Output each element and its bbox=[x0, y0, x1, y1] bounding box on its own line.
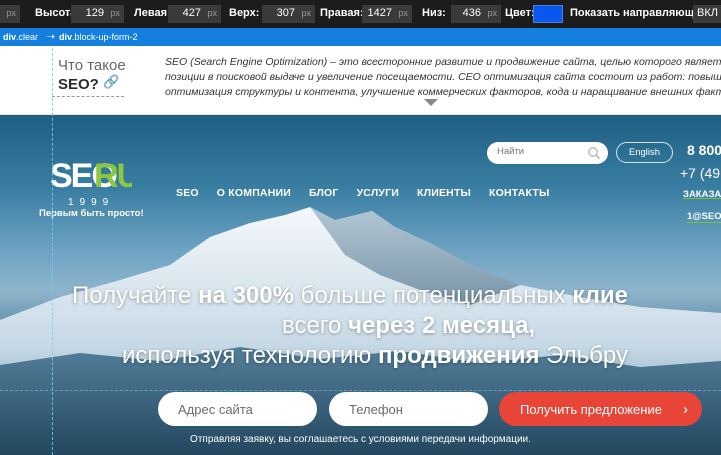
get-offer-button[interactable]: Получить предложение › bbox=[499, 392, 702, 426]
main-nav: SEO О КОМПАНИИ БЛОГ УСЛУГИ КЛИЕНТЫ КОНТА… bbox=[176, 187, 550, 199]
seo-question[interactable]: SEO? bbox=[58, 76, 99, 93]
nav-item-services[interactable]: УСЛУГИ bbox=[357, 187, 399, 199]
top-field[interactable]: 307 px bbox=[262, 5, 315, 23]
left-field[interactable]: 427 px bbox=[168, 5, 221, 23]
first-value-field[interactable]: px bbox=[0, 5, 20, 23]
bottom-label: Низ: bbox=[422, 7, 446, 19]
element-breadcrumb: div.clear ➝ div.block-up-form-2 bbox=[0, 28, 721, 46]
logo-year: 1999 bbox=[68, 197, 115, 208]
right-field[interactable]: 1427 px bbox=[362, 5, 412, 23]
link-icon[interactable]: 🔗 bbox=[103, 74, 119, 90]
slogan: Первым быть просто! bbox=[39, 208, 144, 219]
order-call-link[interactable]: ЗАКАЗА bbox=[683, 189, 721, 200]
guides-toggle[interactable]: ВКЛ bbox=[693, 5, 721, 23]
cta-label: Получить предложение bbox=[520, 401, 662, 417]
phone-secondary[interactable]: +7 (49 bbox=[680, 165, 720, 181]
search-icon[interactable] bbox=[587, 146, 601, 160]
bottom-field[interactable]: 436 px bbox=[451, 5, 501, 23]
hero-section: SEO RU 1999 Первым быть просто! SEO О КО… bbox=[0, 115, 721, 455]
seoru-logo[interactable]: SEO RU bbox=[50, 154, 132, 194]
email-link[interactable]: 1@SEO.R bbox=[687, 211, 721, 223]
description-line: позиции в поисковой выдаче и увеличение … bbox=[165, 71, 721, 83]
phone-primary[interactable]: 8 800 bbox=[687, 142, 721, 158]
headline-line-3: используя технологию продвижения Эльбру bbox=[122, 342, 628, 369]
logo-ru-text: RU bbox=[94, 157, 132, 194]
phone-input[interactable] bbox=[329, 392, 488, 426]
nav-item-blog[interactable]: БЛОГ bbox=[309, 187, 339, 199]
breadcrumb-item-form[interactable]: div.block-up-form-2 bbox=[59, 32, 138, 42]
breadcrumb-item-clear[interactable]: div.clear bbox=[3, 32, 38, 42]
divider bbox=[52, 96, 124, 97]
what-is-label: Что такое bbox=[58, 57, 126, 74]
description-line: оптимизация структуры и контента, улучше… bbox=[165, 86, 721, 98]
chevron-right-icon: › bbox=[683, 401, 688, 418]
right-label: Правая: bbox=[320, 7, 364, 19]
search-box bbox=[487, 142, 608, 164]
color-swatch[interactable] bbox=[533, 5, 563, 23]
site-address-input[interactable] bbox=[158, 392, 317, 426]
nav-item-clients[interactable]: КЛИЕНТЫ bbox=[417, 187, 471, 199]
seo-info-strip: Что такое SEO? 🔗 SEO (Search Engine Opti… bbox=[0, 46, 721, 115]
nav-item-seo[interactable]: SEO bbox=[176, 187, 199, 199]
color-label: Цвет: bbox=[505, 7, 535, 19]
search-input[interactable] bbox=[497, 146, 587, 157]
guide-line bbox=[52, 48, 53, 455]
guide-toolbar: px Высота: 129 px Левая: 427 px Верх: 307 p… bbox=[0, 0, 721, 28]
nav-item-about[interactable]: О КОМПАНИИ bbox=[217, 187, 291, 199]
chevron-down-icon[interactable] bbox=[424, 99, 438, 106]
height-field[interactable]: 129 px bbox=[71, 5, 124, 23]
seo-description: SEO (Search Engine Optimization) – это в… bbox=[165, 55, 721, 100]
guides-label: Показать направляющие: bbox=[570, 7, 711, 19]
headline-line-2: всего через 2 месяца, bbox=[282, 312, 536, 339]
arrow-right-icon: ➝ bbox=[46, 31, 56, 43]
guide-line bbox=[0, 390, 721, 391]
consent-note: Отправляя заявку, вы соглашаетесь с усло… bbox=[190, 434, 531, 445]
nav-item-contacts[interactable]: КОНТАКТЫ bbox=[489, 187, 549, 199]
description-line: SEO (Search Engine Optimization) – это в… bbox=[165, 56, 721, 68]
language-button[interactable]: English bbox=[616, 142, 673, 163]
top-label: Верх: bbox=[229, 7, 260, 19]
headline-line-1: Получайте на 300% больше потенциальных к… bbox=[72, 282, 628, 309]
left-label: Левая: bbox=[134, 7, 171, 19]
